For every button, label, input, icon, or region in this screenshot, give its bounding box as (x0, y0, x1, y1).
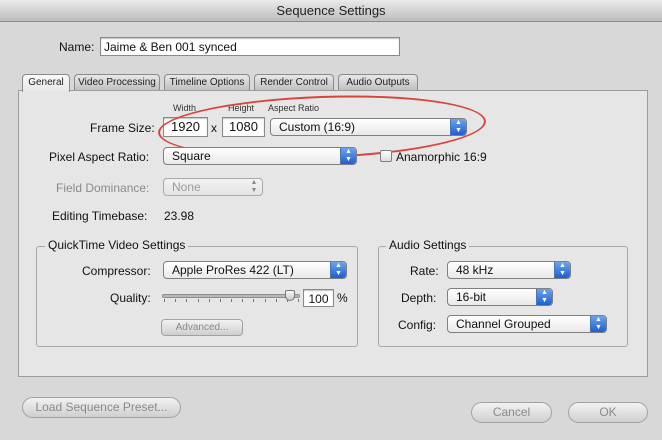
audio-group-title: Audio Settings (386, 238, 470, 252)
window-title: Sequence Settings (0, 0, 662, 22)
config-value: Channel Grouped (456, 317, 551, 331)
anamorphic-checkbox[interactable] (380, 150, 392, 162)
popup-arrows-icon: ▲ ▼ (554, 262, 570, 278)
tab-audio-outputs[interactable]: Audio Outputs (338, 74, 418, 91)
field-dominance-value: None (172, 180, 201, 194)
frame-height-field[interactable]: 1080 (222, 117, 265, 137)
quality-slider-tick (298, 299, 299, 302)
sequence-settings-window: Sequence Settings Name: Jaime & Ben 001 … (0, 0, 662, 440)
tab-video-processing[interactable]: Video Processing (74, 74, 160, 91)
compressor-label: Compressor: (82, 264, 151, 278)
config-label: Config: (398, 318, 437, 332)
quality-slider-tick (197, 299, 199, 302)
popup-arrows-icon: ▲ ▼ (590, 316, 606, 332)
pixel-aspect-label: Pixel Aspect Ratio: (49, 150, 150, 164)
depth-label: Depth: (401, 291, 437, 305)
pixel-aspect-popup[interactable]: Square ▲ ▼ (163, 147, 357, 165)
rate-popup[interactable]: 48 kHz ▲ ▼ (447, 261, 571, 279)
height-caption: Height (228, 103, 255, 113)
popup-arrows-icon: ▲ ▼ (450, 119, 466, 135)
quality-field[interactable]: 100 (303, 289, 334, 307)
advanced-button[interactable]: Advanced... (161, 319, 243, 336)
frame-size-label: Frame Size: (90, 121, 155, 135)
quality-slider-tick (186, 299, 188, 302)
cancel-button[interactable]: Cancel (471, 402, 552, 423)
compressor-value: Apple ProRes 422 (LT) (172, 263, 294, 277)
tab-general[interactable]: General (22, 74, 70, 92)
aspect-ratio-caption: Aspect Ratio (268, 103, 320, 113)
config-popup[interactable]: Channel Grouped ▲ ▼ (447, 315, 607, 333)
pixel-aspect-value: Square (172, 149, 211, 163)
quality-slider-tick (242, 299, 244, 302)
depth-popup[interactable]: 16-bit ▲ ▼ (447, 288, 553, 306)
popup-arrows-icon: ▲ ▼ (250, 179, 258, 194)
quality-slider-tick (253, 299, 255, 302)
anamorphic-label: Anamorphic 16:9 (396, 150, 487, 164)
quality-slider-tick (219, 299, 221, 302)
tab-timeline-options[interactable]: Timeline Options (164, 74, 250, 91)
quality-slider-tick (231, 299, 232, 302)
quality-slider-tick (175, 299, 177, 302)
popup-arrows-icon: ▲ ▼ (340, 148, 356, 164)
load-sequence-preset-button[interactable]: Load Sequence Preset... (22, 397, 181, 418)
quality-slider-tick (164, 299, 165, 302)
quality-slider-knob[interactable] (285, 290, 295, 301)
compressor-popup[interactable]: Apple ProRes 422 (LT) ▲ ▼ (163, 261, 347, 279)
quicktime-group-title: QuickTime Video Settings (45, 238, 189, 252)
width-caption: Width (173, 103, 197, 113)
editing-timebase-label: Editing Timebase: (52, 209, 148, 223)
rate-value: 48 kHz (456, 263, 494, 277)
quality-slider-tick (275, 299, 277, 302)
tab-render-control[interactable]: Render Control (254, 74, 334, 91)
field-dominance-label: Field Dominance: (56, 181, 150, 195)
depth-value: 16-bit (456, 290, 487, 304)
aspect-ratio-popup[interactable]: Custom (16:9) ▲ ▼ (270, 118, 467, 136)
quality-slider-track[interactable] (162, 294, 300, 298)
field-dominance-popup[interactable]: None ▲ ▼ (163, 178, 263, 196)
ok-button[interactable]: OK (568, 402, 648, 423)
name-label: Name: (59, 40, 95, 54)
popup-arrows-icon: ▲ ▼ (330, 262, 346, 278)
quality-slider-tick (208, 299, 210, 302)
quality-label: Quality: (110, 291, 151, 305)
frame-width-field[interactable]: 1920 (163, 117, 208, 137)
rate-label: Rate: (410, 264, 439, 278)
popup-arrows-icon: ▲ ▼ (536, 289, 552, 305)
frame-size-separator: x (211, 121, 217, 135)
name-field[interactable]: Jaime & Ben 001 synced (100, 37, 400, 56)
aspect-ratio-value: Custom (16:9) (279, 120, 356, 134)
editing-timebase-value: 23.98 (164, 209, 195, 223)
quality-slider-tick (264, 299, 266, 302)
quality-unit: % (337, 291, 348, 305)
